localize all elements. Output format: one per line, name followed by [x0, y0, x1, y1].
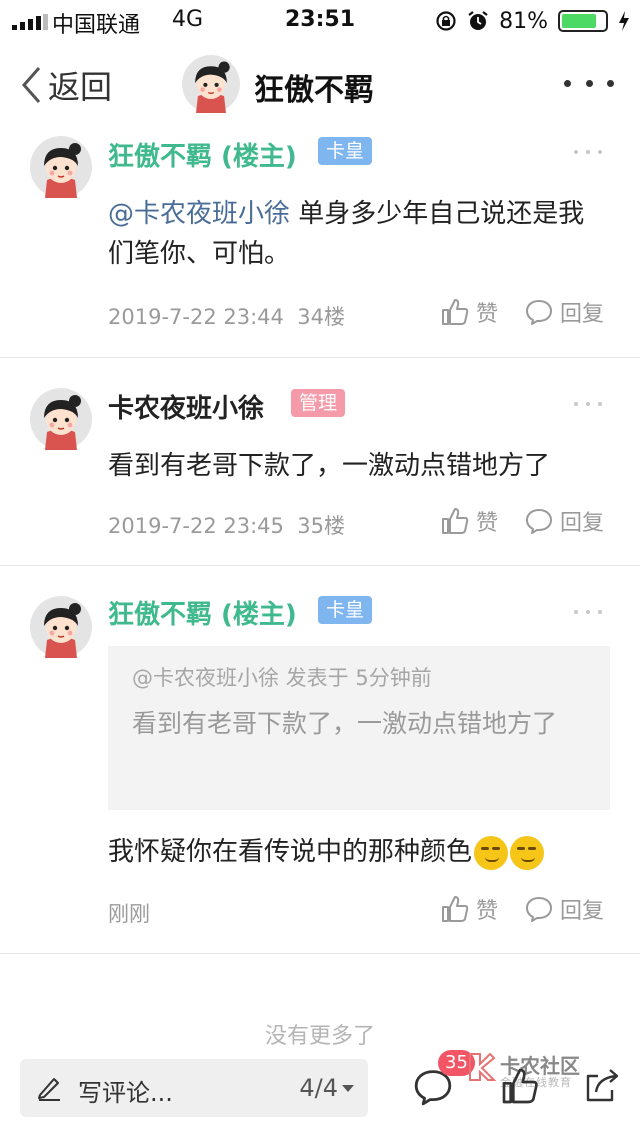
author-name[interactable]: 狂傲不羁 (楼主)	[108, 594, 297, 631]
post-time: 刚刚	[108, 902, 150, 926]
write-comment-input[interactable]: 写评论... 4/4	[20, 1059, 368, 1117]
quote-text: 看到有老哥下款了，一激动点错地方了	[132, 709, 558, 738]
like-button[interactable]: 赞	[440, 296, 498, 328]
post-content: 我怀疑你在看传说中的那种颜色	[108, 832, 608, 872]
post-timestamp: 2019-7-22 23:45 35楼	[108, 510, 345, 540]
chevron-left-icon	[21, 67, 41, 103]
like-button[interactable]: 赞	[440, 505, 498, 537]
battery-level-fill	[562, 14, 597, 28]
like-label: 赞	[476, 511, 499, 536]
reply-label: 回复	[560, 899, 605, 924]
reply-label: 回复	[560, 302, 605, 327]
like-label: 赞	[476, 302, 499, 327]
post-content: 看到有老哥下款了，一激动点错地方了	[108, 446, 608, 486]
comment-placeholder: 写评论...	[78, 1079, 173, 1107]
back-label: 返回	[48, 68, 113, 106]
quote-meta: @卡农夜班小徐 发表于 5分钟前	[132, 666, 432, 690]
quoted-reply[interactable]: @卡农夜班小徐 发表于 5分钟前 看到有老哥下款了，一激动点错地方了	[108, 646, 610, 810]
dot-icon	[585, 79, 593, 87]
user-badge: 管理	[291, 389, 346, 417]
rotation-lock-icon	[436, 11, 456, 31]
reply-label: 回复	[560, 511, 605, 536]
smirk-emoji-icon	[510, 835, 545, 870]
reply-button[interactable]: 回复	[524, 893, 604, 925]
post-time: 2019-7-22 23:45	[108, 514, 284, 538]
user-badge: 卡皇	[318, 596, 373, 624]
caret-down-icon	[342, 1084, 354, 1092]
post-content: @卡农夜班小徐 单身多少年自己说还是我们笔你、可怕。	[108, 194, 608, 274]
comment-bubble-icon	[526, 300, 552, 325]
avatar[interactable]	[30, 388, 92, 450]
battery-percent: 81%	[499, 8, 548, 34]
author-name[interactable]: 卡农夜班小徐	[108, 388, 264, 425]
post-more-button[interactable]	[574, 607, 602, 617]
page-indicator: 4/4	[299, 1074, 338, 1102]
author-name[interactable]: 狂傲不羁 (楼主)	[108, 136, 297, 173]
post-text: 我怀疑你在看传说中的那种颜色	[108, 837, 473, 867]
navigation-bar: 返回 狂傲不羁	[0, 50, 640, 120]
brand-logo-icon	[469, 1052, 497, 1081]
post-timestamp: 2019-7-22 23:44 34楼	[108, 301, 345, 331]
post-more-button[interactable]	[574, 399, 602, 409]
author-avatar[interactable]	[182, 55, 240, 113]
bottom-toolbar: 写评论... 4/4 35 卡农社区 金融在线教育	[0, 1046, 640, 1136]
mention-link[interactable]: @卡农夜班小徐	[108, 199, 290, 229]
user-badge: 卡皇	[318, 137, 373, 165]
avatar[interactable]	[30, 596, 92, 658]
page-title: 狂傲不羁	[254, 73, 374, 108]
reply-post: 狂傲不羁 (楼主) 卡皇 @卡农夜班小徐 单身多少年自己说还是我们笔你、可怕。 …	[0, 120, 640, 358]
comment-bubble-icon	[526, 897, 552, 922]
status-right-group: 81%	[435, 7, 630, 35]
like-button[interactable]: 赞	[440, 893, 498, 925]
comment-bubble-icon	[526, 509, 552, 534]
reply-button[interactable]: 回复	[524, 296, 604, 328]
back-button[interactable]: 返回	[20, 63, 112, 107]
floor-number: 34楼	[297, 305, 345, 329]
alarm-icon	[468, 11, 488, 30]
post-text: 看到有老哥下款了，一激动点错地方了	[108, 451, 551, 481]
charging-bolt-icon	[619, 11, 629, 31]
reply-button[interactable]: 回复	[524, 505, 604, 537]
floor-number: 35楼	[297, 514, 345, 538]
smirk-emoji-icon	[474, 835, 509, 870]
thumbs-up-icon	[442, 508, 469, 534]
thumbs-up-icon[interactable]	[500, 1066, 540, 1106]
page-selector[interactable]: 4/4	[299, 1074, 354, 1102]
post-time: 2019-7-22 23:44	[108, 305, 284, 329]
battery-icon	[558, 10, 608, 32]
status-bar: 中国联通 4G 23:51 81%	[0, 0, 640, 40]
pen-icon	[38, 1078, 60, 1101]
dot-icon	[607, 79, 614, 87]
reply-post: 狂傲不羁 (楼主) 卡皇 @卡农夜班小徐 发表于 5分钟前 看到有老哥下款了，一…	[0, 566, 640, 954]
more-options-button[interactable]	[564, 68, 614, 98]
thumbs-up-icon	[442, 299, 469, 325]
avatar[interactable]	[30, 136, 92, 198]
reply-post: 卡农夜班小徐 管理 看到有老哥下款了，一激动点错地方了 2019-7-22 23…	[0, 358, 640, 566]
post-more-button[interactable]	[574, 147, 602, 157]
thumbs-up-icon	[442, 896, 469, 922]
dot-icon	[564, 79, 571, 87]
share-icon[interactable]	[582, 1066, 622, 1106]
like-label: 赞	[476, 899, 499, 924]
